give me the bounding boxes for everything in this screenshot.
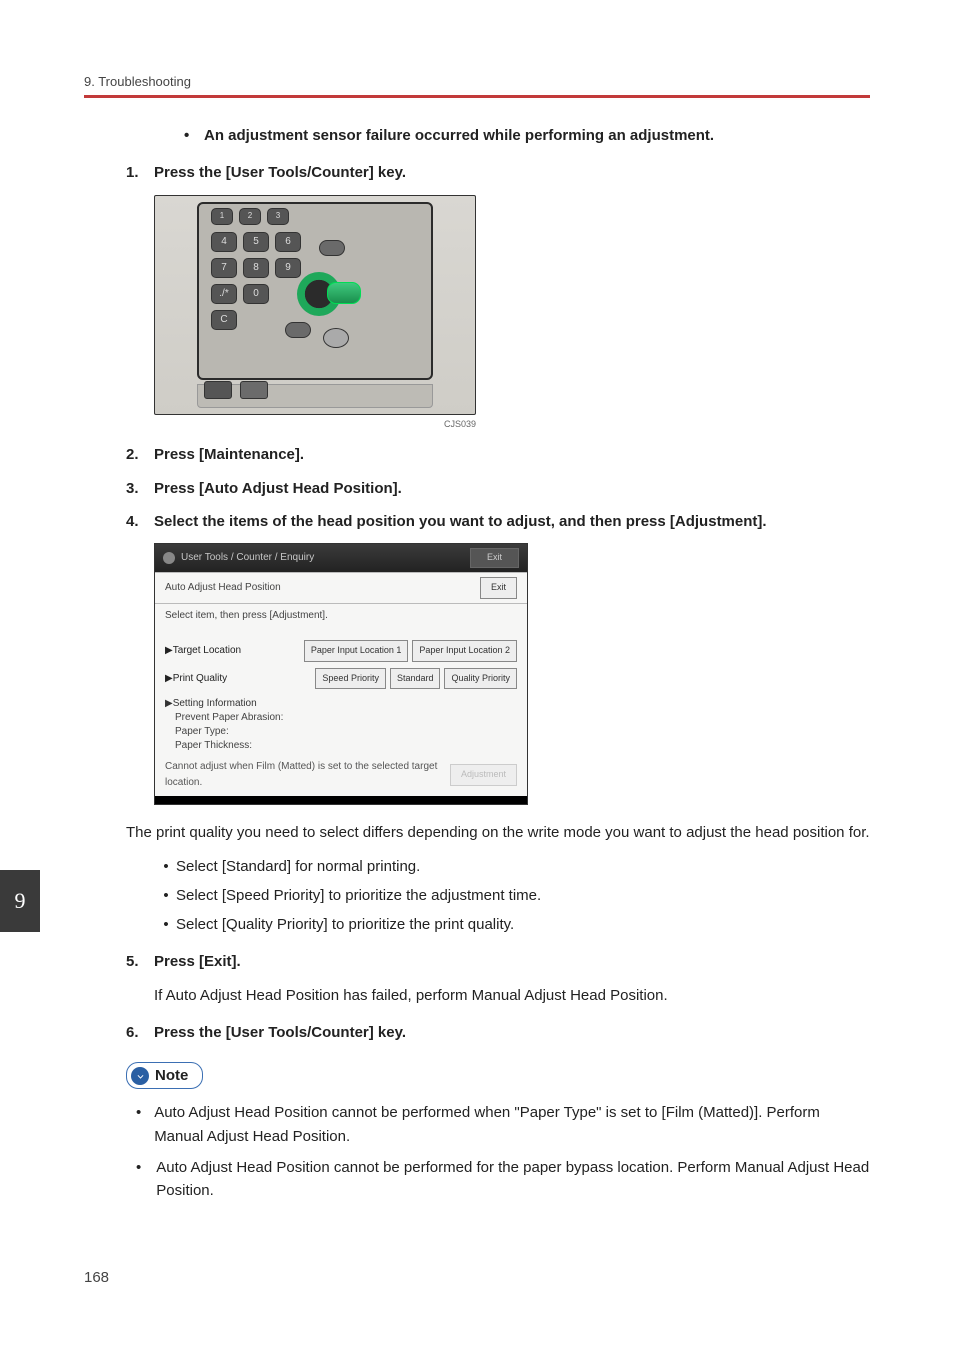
step4-text: Select the items of the head position yo… — [154, 510, 767, 533]
dlg-title: User Tools / Counter / Enquiry — [181, 552, 314, 563]
chapter-tab: 9 — [0, 870, 40, 932]
dlg-target-lab: ▶Target Location — [165, 643, 241, 659]
dlg-adjustment-btn: Adjustment — [450, 764, 517, 786]
page-number: 168 — [84, 1269, 109, 1286]
step1-text: Press the [User Tools/Counter] key. — [154, 161, 406, 184]
pq-b2: Select [Speed Priority] to prioritize th… — [176, 884, 541, 907]
note-2: Auto Adjust Head Position cannot be perf… — [156, 1156, 870, 1203]
dlg-ahp-label: Auto Adjust Head Position — [165, 580, 281, 596]
dialog-illustration: User Tools / Counter / Enquiry Exit Auto… — [154, 543, 528, 805]
after-step5: If Auto Adjust Head Position has failed,… — [154, 984, 870, 1007]
step6-text: Press the [User Tools/Counter] key. — [154, 1021, 406, 1044]
dlg-pq-b1: Speed Priority — [315, 668, 386, 690]
dlg-target-b2: Paper Input Location 2 — [412, 640, 517, 662]
dlg-exit-top: Exit — [470, 548, 519, 568]
step5-num: 5. — [126, 950, 154, 973]
header-rule — [84, 95, 870, 98]
intro-bullet: An adjustment sensor failure occurred wh… — [204, 124, 714, 147]
step3-num: 3. — [126, 477, 154, 500]
gear-icon — [163, 552, 175, 564]
step3-text: Press [Auto Adjust Head Position]. — [154, 477, 402, 500]
pq-b3: Select [Quality Priority] to prioritize … — [176, 913, 514, 936]
breadcrumb: 9. Troubleshooting — [84, 74, 870, 89]
dlg-settings-l2: Paper Type: — [175, 725, 517, 739]
step2-text: Press [Maintenance]. — [154, 443, 304, 466]
step6-num: 6. — [126, 1021, 154, 1044]
step4-num: 4. — [126, 510, 154, 533]
pq-b1: Select [Standard] for normal printing. — [176, 855, 420, 878]
note-badge: Note — [126, 1062, 203, 1089]
illus1-caption: CJS039 — [154, 418, 476, 432]
step5-text: Press [Exit]. — [154, 950, 241, 973]
dlg-pq-lab: ▶Print Quality — [165, 671, 227, 687]
note-arrow-icon — [131, 1067, 149, 1085]
dlg-exit-btn: Exit — [480, 577, 517, 599]
dlg-settings-l3: Paper Thickness: — [175, 739, 517, 753]
step1-num: 1. — [126, 161, 154, 184]
dlg-instr: Select item, then press [Adjustment]. — [165, 608, 328, 624]
pq-paragraph: The print quality you need to select dif… — [126, 821, 870, 844]
dlg-settings-l1: Prevent Paper Abrasion: — [175, 711, 517, 725]
dlg-pq-b3: Quality Priority — [444, 668, 517, 690]
note-label: Note — [155, 1064, 188, 1087]
note-1: Auto Adjust Head Position cannot be perf… — [154, 1101, 870, 1148]
dlg-settings-hd: ▶Setting Information — [165, 697, 517, 711]
bullet-dot: • — [184, 124, 204, 147]
dlg-pq-b2: Standard — [390, 668, 441, 690]
dlg-target-b1: Paper Input Location 1 — [304, 640, 409, 662]
keypad-illustration: 1 2 3 4 5 6 7 8 9 ./* 0 C — [154, 195, 870, 432]
step2-num: 2. — [126, 443, 154, 466]
dlg-foot-msg: Cannot adjust when Film (Matted) is set … — [165, 759, 450, 790]
